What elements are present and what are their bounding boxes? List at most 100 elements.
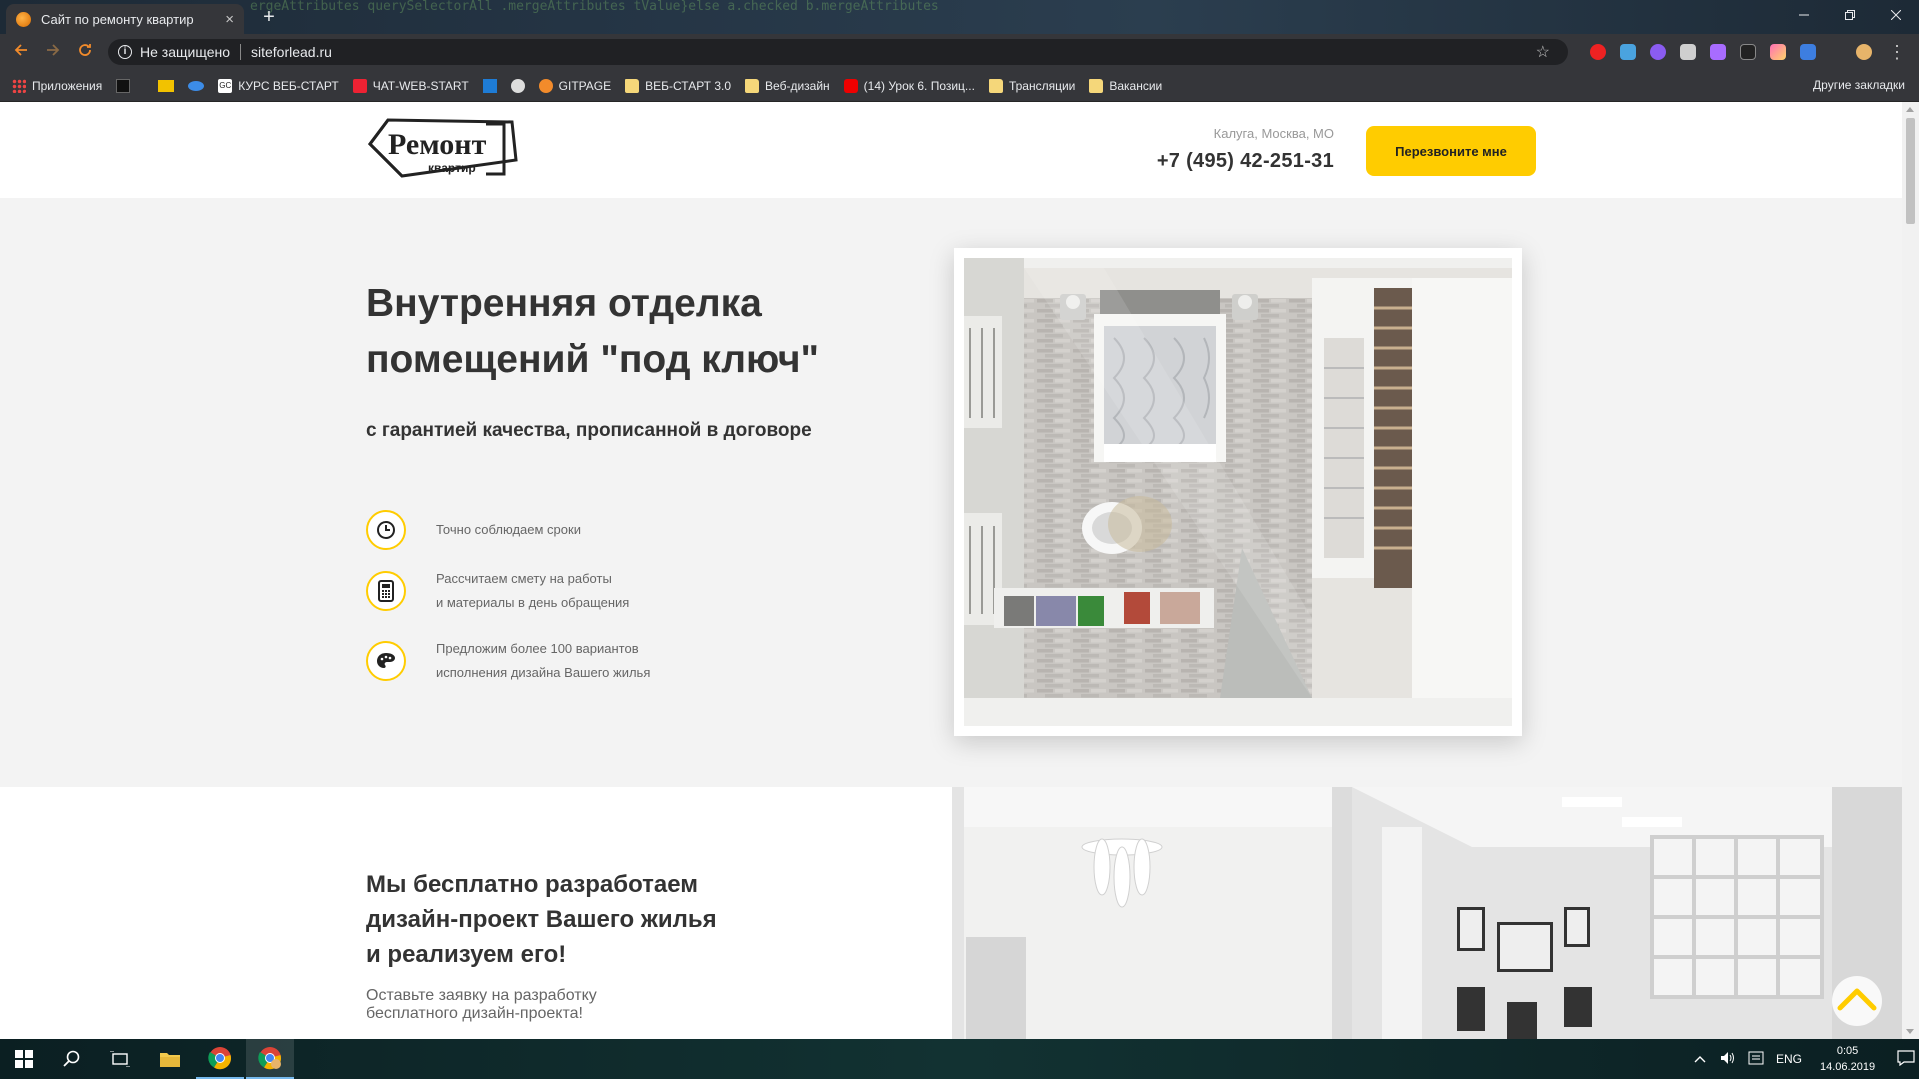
window-minimize-button[interactable] [1781,0,1827,30]
bookmark-label: КУРС ВЕБ-СТАРТ [238,78,339,93]
clock[interactable]: 0:05 14.06.2019 [1820,1043,1875,1075]
taskbar-chrome[interactable] [196,1039,244,1079]
scroll-up-arrow-icon[interactable] [1906,107,1914,112]
design-title-line: Мы бесплатно разработаем [366,871,699,898]
bookmark-apps-label: Приложения [32,78,103,93]
extension-cursor-icon[interactable] [1740,44,1756,60]
bookmark-dark-icon[interactable] [116,78,131,93]
feature-text: Предложим более 100 вариантов исполнения… [436,637,650,685]
bookmark-label: Вакансии [1109,78,1163,93]
bookmark-wave-icon[interactable] [188,80,205,91]
folder-icon [1089,78,1104,93]
feature-text: Рассчитаем смету на работы и материалы в… [436,567,629,615]
page-viewport: Ремонт квартир Калуга, Москва, МО +7 (49… [0,102,1902,1039]
site-favicon-icon [16,11,31,27]
bookmark-folder[interactable]: ВЕБ-СТАРТ 3.0 [625,78,731,93]
youtube-icon [843,78,858,93]
site-logo[interactable]: Ремонт квартир [366,110,522,188]
design-title: Мы бесплатно разработаем дизайн-проект В… [366,867,786,972]
bookmark-label: Веб-дизайн [765,78,830,93]
wallpaper-code: ergeAttributes querySelectorAll .mergeAt… [250,0,939,14]
browser-tab-active[interactable]: Сайт по ремонту квартир × [6,4,244,34]
taskbar-chrome-window[interactable] [246,1039,294,1079]
bookmark-trello-icon[interactable] [482,78,497,93]
extension-red-icon[interactable] [1590,44,1606,60]
bookmark-label: Трансляции [1008,78,1076,93]
browser-menu-icon[interactable]: ⋮ [1886,42,1908,62]
arrow-left-icon [14,44,27,56]
extension-gradient-icon[interactable] [1770,44,1786,60]
bookmark-folder[interactable]: Вакансии [1089,78,1163,93]
folder-icon [1793,78,1807,92]
extension-v-icon[interactable] [1800,44,1816,60]
bookmark-folder[interactable]: Трансляции [988,78,1076,93]
new-tab-button[interactable]: + [256,6,282,30]
other-bookmarks-label: Другие закладки [1813,78,1905,92]
feature-line: исполнения дизайна Вашего жилья [436,665,651,680]
scroll-down-arrow-icon[interactable] [1906,1029,1914,1034]
close-icon [1890,9,1902,21]
start-button[interactable] [0,1039,48,1079]
bookmark-star-icon[interactable]: ☆ [1536,42,1550,62]
design-text-line: бесплатного дизайн-проекта! [366,1005,583,1022]
design-title-line: и реализуем его! [366,941,567,968]
window-close-button[interactable] [1873,0,1919,30]
bookmark-item[interactable]: GITPAGE [538,78,611,93]
notifications-icon[interactable] [1897,1049,1915,1069]
task-view-button[interactable] [96,1039,144,1079]
extension-violet-icon[interactable] [1710,44,1726,60]
bookmark-item[interactable]: (14) Урок 6. Позиц... [843,78,975,93]
task-view-icon [110,1051,130,1067]
page-scrollbar[interactable] [1902,102,1919,1039]
info-icon[interactable]: i [118,45,132,59]
scroll-to-top-button[interactable] [1832,976,1882,1026]
tab-close-icon[interactable]: × [225,11,234,28]
system-tray: ENG 0:05 14.06.2019 [1694,1039,1915,1079]
extension-purple-icon[interactable] [1650,44,1666,60]
feature-line: Рассчитаем смету на работы [436,571,612,586]
address-bar[interactable]: i Не защищено siteforlead.ru ☆ [108,39,1568,65]
clock-icon [366,510,406,550]
language-indicator[interactable]: ENG [1776,1052,1802,1066]
tray-chevron-up-icon[interactable] [1694,1052,1706,1066]
design-text: Оставьте заявку на разработку бесплатног… [366,987,666,1023]
taskbar-explorer[interactable] [146,1039,194,1079]
scrollbar-thumb[interactable] [1906,118,1915,224]
apps-grid-icon [12,78,26,93]
other-bookmarks[interactable]: Другие закладки [1793,78,1905,92]
restore-icon [1845,10,1855,20]
bookmark-chat-icon [352,78,367,93]
extension-pen-icon[interactable] [1680,44,1696,60]
bookmark-item[interactable]: GC КУРС ВЕБ-СТАРТ [218,78,339,93]
volume-icon[interactable] [1720,1051,1736,1068]
forward-button[interactable] [42,42,64,62]
bookmark-item[interactable]: ЧАТ-WEB-START [352,78,469,93]
security-label: Не защищено [140,44,230,60]
bookmark-mail-icon[interactable] [158,79,175,92]
keyboard-icon[interactable] [1748,1051,1764,1068]
windows-logo-icon [15,1050,33,1068]
feature-text: Точно соблюдаем сроки [436,518,581,542]
feature-item: Предложим более 100 вариантов исполнения… [366,637,650,685]
callback-button[interactable]: Перезвоните мне [1366,126,1536,176]
bookmark-apps[interactable]: Приложения [12,78,103,93]
url-text[interactable]: siteforlead.ru [251,44,332,60]
reload-button[interactable] [74,42,96,62]
logo-subword: квартир [428,161,476,175]
folder-icon [625,78,640,93]
window-restore-button[interactable] [1827,0,1873,30]
extension-blue-icon[interactable] [1620,44,1636,60]
bookmark-folder[interactable]: Веб-дизайн [745,78,830,93]
phone-number[interactable]: +7 (495) 42-251-31 [1157,150,1334,173]
back-button[interactable] [10,42,32,62]
calculator-icon [366,571,406,611]
hero-subtitle: с гарантией качества, прописанной в дого… [366,420,812,441]
design-text-line: Оставьте заявку на разработку [366,987,597,1004]
room-plan-image [964,258,1512,726]
folder-icon [745,78,760,93]
folder-icon [988,78,1003,93]
bookmark-github-icon[interactable] [510,78,525,93]
profile-avatar[interactable] [1856,44,1872,60]
site-header: Ремонт квартир Калуга, Москва, МО +7 (49… [0,102,1902,198]
taskbar-search-button[interactable] [48,1039,96,1079]
